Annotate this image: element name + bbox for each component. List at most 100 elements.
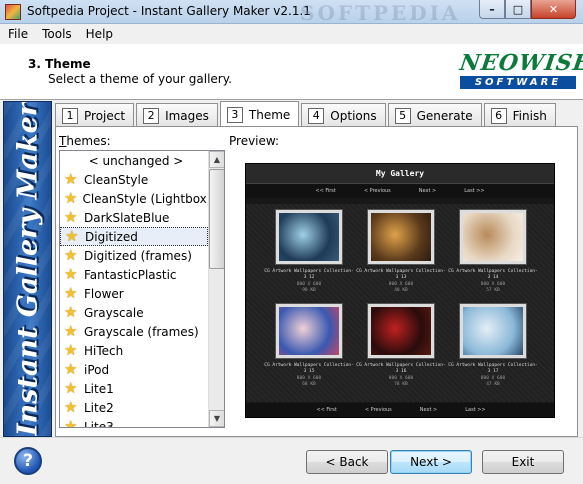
theme-list-item[interactable]: ★ iPod (60, 360, 208, 379)
tab-options[interactable]: 4 Options (301, 103, 386, 127)
star-icon: ★ (64, 417, 78, 428)
theme-list-item[interactable]: ★ Digitized (60, 227, 208, 246)
theme-list-item[interactable]: ★ Lite2 (60, 398, 208, 417)
tab-generate[interactable]: 5 Generate (387, 103, 482, 127)
preview-nav-previous: < Previous (364, 407, 392, 413)
menu-tools[interactable]: Tools (34, 24, 78, 44)
preview-gallery-title: My Gallery (246, 164, 554, 184)
theme-name: Lite1 (84, 381, 114, 396)
star-icon: ★ (64, 322, 78, 340)
minimize-button[interactable]: – (479, 0, 505, 19)
softpedia-watermark: SOFTPEDIA (300, 1, 461, 25)
step-title: 3. Theme (28, 57, 91, 71)
themes-label-text: hemes: (66, 134, 111, 148)
tab-label: Theme (248, 107, 291, 122)
sidebar-banner: Instant Gallery Maker (3, 101, 52, 437)
themes-label: Themes: (59, 134, 111, 148)
themes-scrollbar[interactable]: ▲ ▼ (208, 151, 224, 427)
exit-button[interactable]: Exit (482, 450, 564, 474)
scroll-up-icon[interactable]: ▲ (209, 151, 224, 168)
scroll-thumb[interactable] (209, 169, 224, 269)
wizard-tabs: 1 Project 2 Images 3 Theme 4 Options 5 G… (55, 101, 558, 127)
help-icon[interactable]: ? (14, 447, 42, 475)
theme-list-item[interactable]: < unchanged > (60, 151, 208, 170)
theme-name: Grayscale (84, 305, 144, 320)
theme-list-item[interactable]: ★ Lite1 (60, 379, 208, 398)
thumbnail-image (367, 303, 435, 359)
theme-list-item[interactable]: ★ Digitized (frames) (60, 246, 208, 265)
scroll-down-icon[interactable]: ▼ (209, 410, 224, 427)
menu-help[interactable]: Help (78, 24, 119, 44)
logo-tagline: SOFTWARE (460, 76, 576, 89)
theme-name: Digitized (frames) (84, 248, 192, 263)
star-icon: ★ (64, 265, 78, 283)
theme-list-item[interactable]: ★ Flower (60, 284, 208, 303)
footer-divider (0, 437, 583, 438)
banner-text: Instant Gallery Maker (12, 102, 43, 436)
thumbnail-caption: CG Artwork Wallpapers Collection-3 14 (448, 269, 538, 280)
step-subtitle: Select a theme of your gallery. (48, 72, 232, 86)
theme-list-item[interactable]: ★ DarkSlateBlue (60, 208, 208, 227)
tab-number: 6 (490, 107, 507, 124)
theme-list-item[interactable]: ★ Grayscale (frames) (60, 322, 208, 341)
close-button[interactable]: ✕ (531, 0, 576, 19)
star-icon: ★ (64, 208, 78, 226)
theme-list-item[interactable]: ★ HiTech (60, 341, 208, 360)
tab-number: 5 (394, 107, 411, 124)
theme-list-item[interactable]: ★ FantasticPlastic (60, 265, 208, 284)
preview-thumbnail: CG Artwork Wallpapers Collection-3 13 800… (356, 209, 446, 298)
preview-thumbnail: CG Artwork Wallpapers Collection-3 17 800… (448, 303, 538, 392)
tab-images[interactable]: 2 Images (136, 103, 218, 127)
preview-nav-top: << First < Previous Next > Last >> (246, 184, 554, 198)
preview-nav-next: Next > (419, 407, 438, 413)
preview-label: Preview: (229, 134, 280, 148)
thumbnail-caption: CG Artwork Wallpapers Collection-3 15 (264, 363, 354, 374)
preview-thumbnail: CG Artwork Wallpapers Collection-3 12 800… (264, 209, 354, 298)
thumbnail-caption: CG Artwork Wallpapers Collection-3 16 (356, 363, 446, 374)
tab-theme[interactable]: 3 Theme (219, 101, 300, 127)
menu-file[interactable]: File (0, 24, 34, 44)
preview-nav-next: Next > (418, 188, 437, 194)
theme-list-item[interactable]: ★ CleanStyle (Lightbox) (60, 189, 212, 208)
back-button[interactable]: < Back (306, 450, 388, 474)
thumbnail-caption: CG Artwork Wallpapers Collection-3 17 (448, 363, 538, 374)
thumbnail-image (275, 209, 343, 265)
theme-name: CleanStyle (84, 172, 149, 187)
theme-name: Lite2 (84, 400, 114, 415)
tab-finish[interactable]: 6 Finish (483, 103, 556, 127)
theme-name: CleanStyle (Lightbox) (82, 191, 212, 206)
theme-list-item[interactable]: ★ Grayscale (60, 303, 208, 322)
theme-name: < unchanged > (88, 153, 184, 168)
thumbnail-filesize: 47 KB (486, 382, 500, 387)
menu-bar: File Tools Help (0, 24, 583, 44)
tab-number: 4 (308, 107, 325, 124)
theme-name: HiTech (84, 343, 124, 358)
theme-list-item[interactable]: ★ Lite3 (60, 417, 208, 428)
star-icon: ★ (65, 227, 79, 245)
tab-project[interactable]: 1 Project (55, 103, 135, 127)
thumbnail-filesize: 68 KB (302, 382, 316, 387)
theme-list-item[interactable]: ★ CleanStyle (60, 170, 208, 189)
title-bar: Softpedia Project - Instant Gallery Make… (0, 0, 583, 25)
star-icon: ★ (64, 341, 78, 359)
tab-number: 2 (143, 107, 160, 124)
theme-name: Lite3 (84, 419, 114, 428)
thumbnail-image (275, 303, 343, 359)
wizard-header: 3. Theme Select a theme of your gallery.… (0, 44, 583, 100)
neowise-logo: NEOWISE SOFTWARE (458, 50, 583, 89)
star-icon: ★ (64, 189, 78, 207)
star-icon: ★ (64, 303, 78, 321)
theme-name: Digitized (85, 229, 138, 244)
star-icon: ★ (64, 398, 78, 416)
theme-name: DarkSlateBlue (84, 210, 170, 225)
preview-thumbnail-grid: CG Artwork Wallpapers Collection-3 12 800… (246, 204, 554, 402)
next-button[interactable]: Next > (390, 450, 472, 474)
preview-nav-bottom: << First < Previous Next > Last >> (246, 403, 554, 417)
star-icon: ★ (64, 284, 78, 302)
theme-name: iPod (84, 362, 110, 377)
themes-list[interactable]: < unchanged > ★ CleanStyle ★ CleanStyle (Lig… (59, 150, 225, 428)
thumbnail-filesize: 40 KB (394, 288, 408, 293)
star-icon: ★ (64, 360, 78, 378)
thumbnail-caption: CG Artwork Wallpapers Collection-3 12 (264, 269, 354, 280)
maximize-button[interactable]: □ (505, 0, 531, 19)
